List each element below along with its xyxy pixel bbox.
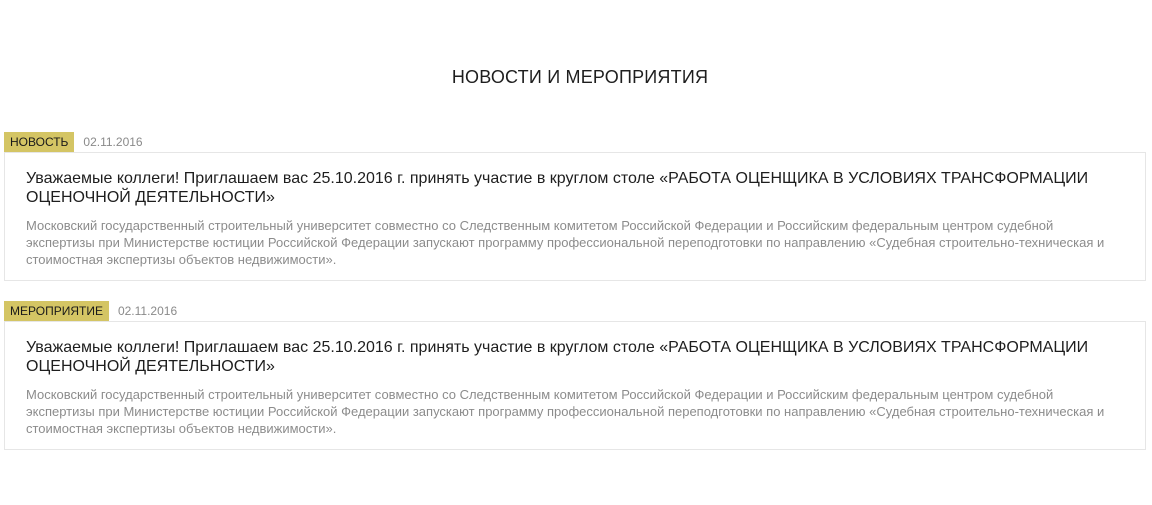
item-meta: НОВОСТЬ 02.11.2016 xyxy=(4,132,1146,152)
category-tag[interactable]: МЕРОПРИЯТИЕ xyxy=(4,301,109,321)
news-title-link[interactable]: Уважаемые коллеги! Приглашаем вас 25.10.… xyxy=(26,169,1125,207)
event-item: МЕРОПРИЯТИЕ 02.11.2016 Уважаемые коллеги… xyxy=(4,301,1146,450)
item-meta: МЕРОПРИЯТИЕ 02.11.2016 xyxy=(4,301,1146,321)
category-tag[interactable]: НОВОСТЬ xyxy=(4,132,75,152)
news-excerpt: Московский государственный строительный … xyxy=(26,218,1105,267)
news-card: Уважаемые коллеги! Приглашаем вас 25.10.… xyxy=(4,152,1146,281)
news-item: НОВОСТЬ 02.11.2016 Уважаемые коллеги! Пр… xyxy=(4,132,1146,281)
section-title: НОВОСТИ И МЕРОПРИЯТИЯ xyxy=(451,67,709,87)
event-excerpt: Московский государственный строительный … xyxy=(26,387,1105,436)
event-title-link[interactable]: Уважаемые коллеги! Приглашаем вас 25.10.… xyxy=(26,338,1125,376)
item-date: 02.11.2016 xyxy=(117,304,178,318)
item-date: 02.11.2016 xyxy=(83,135,143,149)
event-card: Уважаемые коллеги! Приглашаем вас 25.10.… xyxy=(4,321,1146,450)
